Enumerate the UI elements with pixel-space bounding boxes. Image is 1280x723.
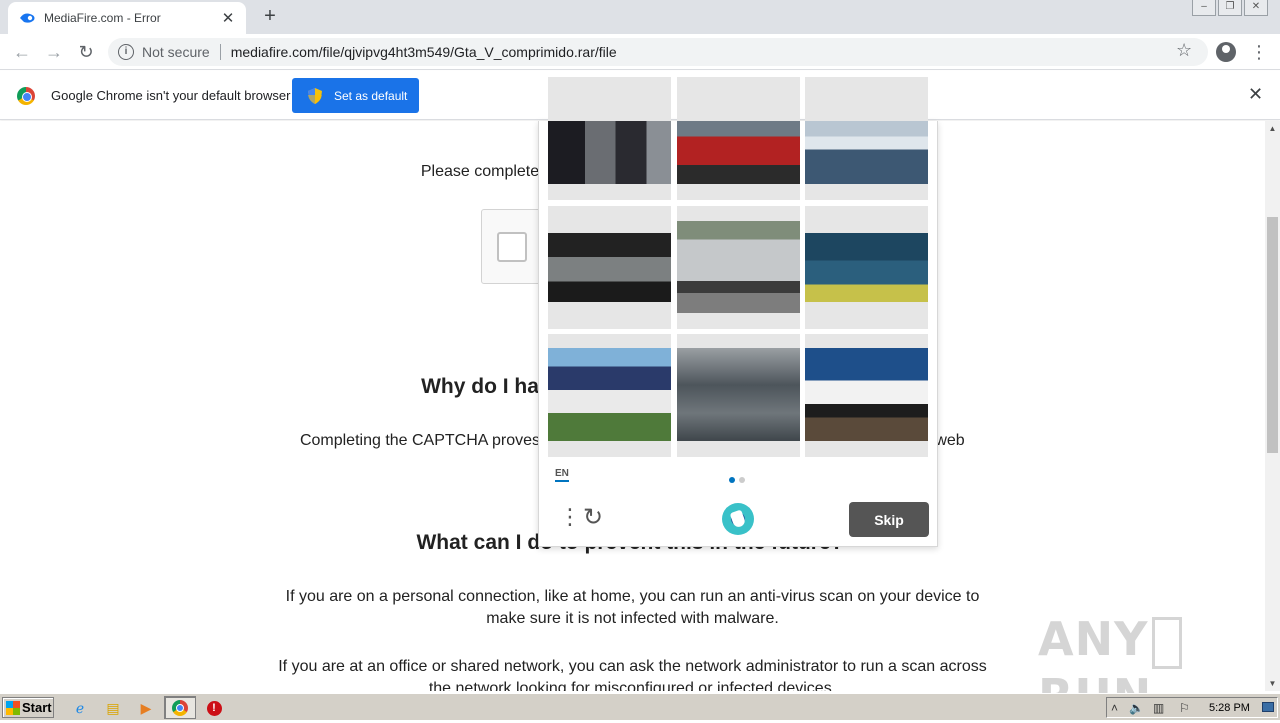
office-network-text: If you are at an office or shared networ… bbox=[278, 658, 987, 675]
window-close-button[interactable]: ✕ bbox=[1244, 0, 1268, 16]
page-indicator bbox=[729, 477, 745, 483]
new-tab-button[interactable]: + bbox=[258, 6, 282, 28]
why-heading: Why do I ha bbox=[421, 375, 539, 398]
uac-shield-icon bbox=[308, 87, 322, 104]
page-dot bbox=[739, 477, 745, 483]
tile-car[interactable] bbox=[548, 206, 671, 329]
infobar-close-icon[interactable]: ✕ bbox=[1248, 84, 1263, 105]
address-separator bbox=[219, 44, 221, 60]
bookmark-star-icon[interactable]: ☆ bbox=[1176, 40, 1192, 61]
address-bar[interactable]: i Not secure mediafire.com/file/qjvipvg4… bbox=[108, 38, 1208, 66]
watermark-left: ANY bbox=[1038, 612, 1149, 666]
window-controls: – ❐ ✕ bbox=[1192, 0, 1268, 16]
start-button[interactable]: Start bbox=[2, 697, 54, 718]
personal-connection-text-2: make sure it is not infected with malwar… bbox=[486, 610, 779, 627]
network-icon[interactable]: ▥ bbox=[1153, 701, 1164, 715]
page-dot-active bbox=[729, 477, 735, 483]
skip-button[interactable]: Skip bbox=[849, 502, 929, 537]
show-desktop-icon[interactable] bbox=[1262, 702, 1274, 712]
clock[interactable]: 5:28 PM bbox=[1209, 702, 1250, 714]
restore-button[interactable]: ❐ bbox=[1218, 0, 1242, 16]
set-as-default-label: Set as default bbox=[334, 88, 408, 103]
chrome-logo-icon bbox=[17, 87, 35, 105]
page-scrollbar[interactable]: ▲ ▼ bbox=[1265, 121, 1280, 691]
captcha-menu-icon[interactable]: ⋮ bbox=[559, 506, 581, 528]
tile-boat-dock[interactable] bbox=[805, 77, 928, 200]
tile-fire-truck[interactable] bbox=[677, 77, 800, 200]
hcaptcha-challenge: EN ⋮ ↻ Skip bbox=[538, 77, 938, 547]
url-text[interactable]: mediafire.com/file/qjvipvg4ht3m549/Gta_V… bbox=[231, 44, 617, 60]
action-center-flag-icon[interactable]: ⚐ bbox=[1179, 701, 1190, 715]
refresh-challenge-icon[interactable]: ↻ bbox=[583, 505, 603, 531]
tab-title: MediaFire.com - Error bbox=[44, 11, 161, 25]
scrollbar-thumb[interactable] bbox=[1267, 217, 1278, 453]
mediafire-favicon-icon bbox=[18, 9, 36, 27]
tile-water[interactable] bbox=[677, 334, 800, 457]
start-label: Start bbox=[22, 700, 52, 715]
volume-icon[interactable]: 🔈 bbox=[1129, 701, 1144, 715]
file-explorer-icon[interactable]: ▤ bbox=[103, 698, 123, 718]
tile-speedboat[interactable] bbox=[805, 334, 928, 457]
tile-kayak[interactable] bbox=[805, 206, 928, 329]
back-arrow-icon[interactable]: ← bbox=[10, 40, 34, 64]
tile-truck-tanker[interactable] bbox=[677, 206, 800, 329]
reload-icon[interactable]: ↻ bbox=[74, 40, 98, 64]
security-label[interactable]: Not secure bbox=[142, 44, 210, 60]
forward-arrow-icon[interactable]: → bbox=[42, 40, 66, 64]
minimize-button[interactable]: – bbox=[1192, 0, 1216, 16]
chrome-taskbar-icon bbox=[172, 700, 188, 716]
title-bar: MediaFire.com - Error ✕ + – ❐ ✕ bbox=[0, 0, 1280, 34]
hcaptcha-logo-icon bbox=[722, 503, 754, 535]
system-tray: ˄ 🔈 ▥ ⚐ 5:28 PM bbox=[1106, 697, 1278, 718]
chrome-taskbar-button[interactable] bbox=[164, 696, 196, 719]
internet-explorer-icon[interactable]: ℯ bbox=[70, 698, 90, 718]
scroll-up-icon[interactable]: ▲ bbox=[1265, 121, 1280, 136]
play-icon bbox=[1152, 616, 1183, 669]
windows-taskbar: Start ℯ ▤ ▶ ! ˄ 🔈 ▥ ⚐ 5:28 PM bbox=[0, 693, 1280, 720]
personal-connection-text: If you are on a personal connection, lik… bbox=[285, 588, 980, 605]
media-player-icon[interactable]: ▶ bbox=[136, 698, 156, 718]
tab-close-icon[interactable]: ✕ bbox=[220, 9, 236, 27]
tile-people[interactable] bbox=[548, 77, 671, 200]
opera-icon[interactable]: ! bbox=[204, 698, 224, 718]
infobar-message: Google Chrome isn't your default browser bbox=[51, 88, 291, 103]
set-as-default-button[interactable]: Set as default bbox=[292, 78, 419, 113]
language-selector[interactable]: EN bbox=[555, 468, 569, 482]
profile-avatar-icon[interactable] bbox=[1216, 42, 1236, 62]
captcha-instruction: Please complete bbox=[420, 163, 540, 180]
tile-garbage-truck[interactable] bbox=[548, 334, 671, 457]
tray-expand-icon[interactable]: ˄ bbox=[1111, 701, 1118, 715]
browser-tab[interactable]: MediaFire.com - Error ✕ bbox=[8, 2, 246, 34]
browser-menu-icon[interactable]: ⋮ bbox=[1250, 40, 1268, 64]
why-text-left: Completing the CAPTCHA proves bbox=[299, 432, 541, 449]
captcha-checkbox[interactable] bbox=[497, 232, 527, 262]
browser-toolbar: ← → ↻ i Not secure mediafire.com/file/qj… bbox=[0, 34, 1280, 70]
info-icon[interactable]: i bbox=[118, 44, 134, 60]
office-network-text-2: the network looking for misconfigured or… bbox=[428, 680, 837, 691]
windows-flag-icon bbox=[6, 700, 20, 715]
